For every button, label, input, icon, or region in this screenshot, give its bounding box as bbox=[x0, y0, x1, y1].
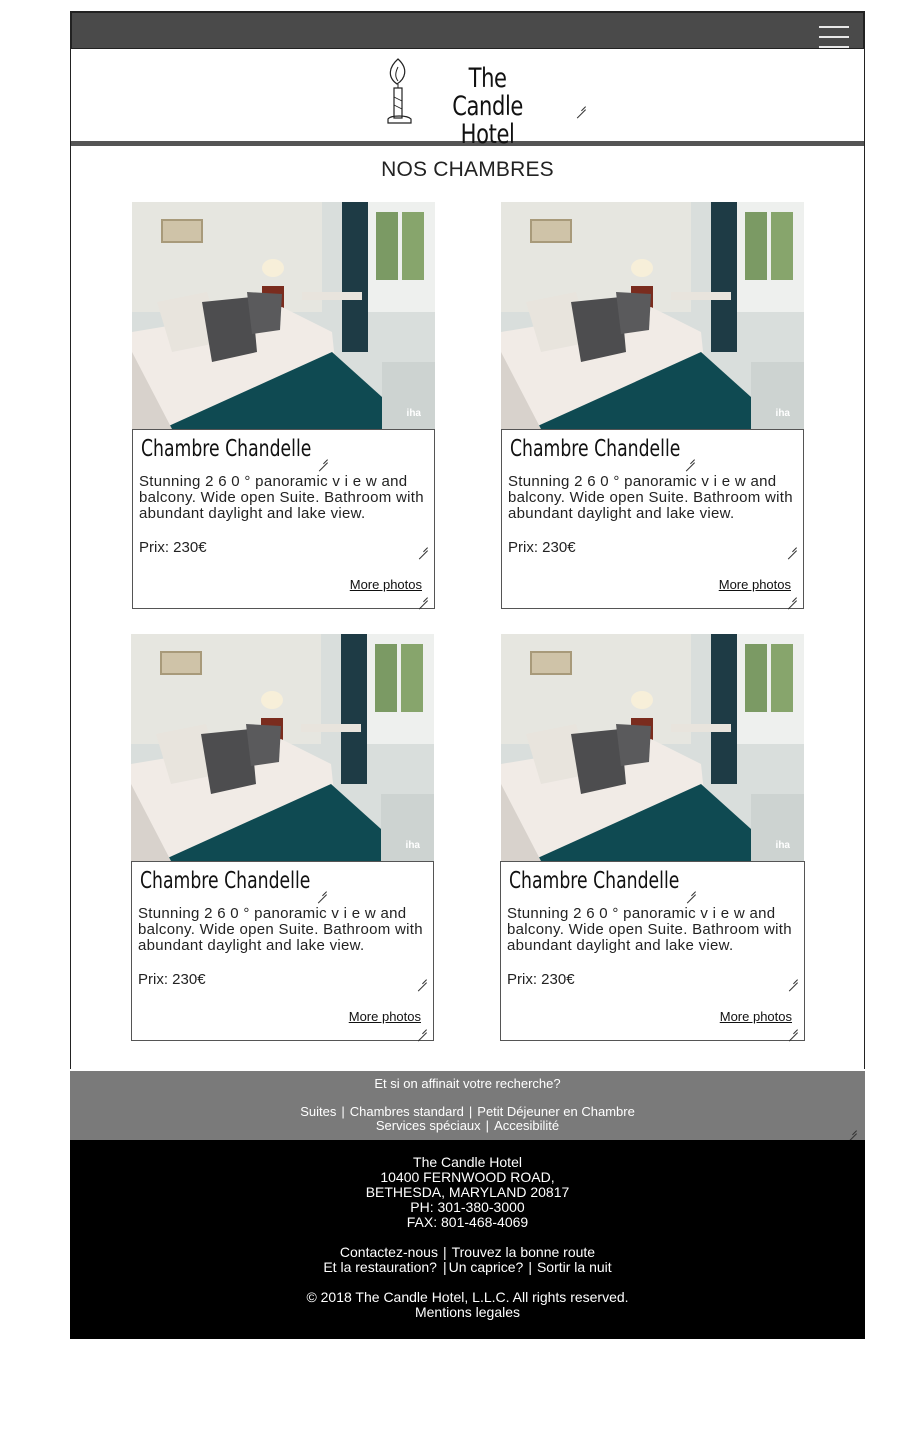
refine-question: Et si on affinait votre recherche? bbox=[374, 1076, 561, 1091]
photo-watermark: iha bbox=[406, 408, 421, 419]
link-caprice[interactable]: Un caprice? bbox=[449, 1259, 524, 1275]
logo-text: The Candle Hotel bbox=[433, 65, 542, 149]
room-details: Chambre Chandelle Stunning 2 6 0 ° panor… bbox=[131, 861, 434, 1041]
refine-links-row-1: Suites | Chambres standard | Petit Déjeuner … bbox=[70, 1104, 865, 1119]
more-photos-link[interactable]: More photos bbox=[720, 1009, 792, 1024]
hotel-name: The Candle Hotel bbox=[413, 1154, 522, 1170]
separator: | bbox=[468, 1104, 473, 1119]
resize-handle-icon bbox=[789, 974, 798, 983]
fax-number: FAX: 801-468-4069 bbox=[406, 1214, 529, 1230]
link-nightlife[interactable]: Sortir la nuit bbox=[537, 1259, 612, 1275]
resize-handle-icon bbox=[318, 886, 327, 895]
separator: | bbox=[442, 1244, 447, 1260]
hamburger-menu-icon[interactable] bbox=[819, 26, 849, 48]
room-name: Chambre Chandelle bbox=[141, 436, 312, 462]
room-card: iha Chambre Chandelle Stunning 2 6 0 ° p… bbox=[132, 202, 435, 609]
top-bar bbox=[70, 11, 865, 49]
room-details: Chambre Chandelle Stunning 2 6 0 ° panor… bbox=[500, 861, 805, 1041]
resize-handle-icon bbox=[319, 454, 328, 463]
room-card: iha Chambre Chandelle Stunning 2 6 0 ° p… bbox=[501, 202, 804, 609]
room-price: Prix: 230€ bbox=[508, 539, 576, 556]
footer: The Candle Hotel 10400 FERNWOOD ROAD, BE… bbox=[70, 1140, 865, 1339]
room-price: Prix: 230€ bbox=[507, 971, 575, 988]
link-restaurant[interactable]: Et la restauration? bbox=[323, 1259, 437, 1275]
room-card: iha Chambre Chandelle Stunning 2 6 0 ° p… bbox=[131, 634, 434, 1041]
link-chambres-standard[interactable]: Chambres standard bbox=[350, 1104, 464, 1119]
logo-line-2: Hotel bbox=[460, 119, 515, 150]
resize-handle-icon bbox=[577, 101, 586, 110]
link-suites[interactable]: Suites bbox=[300, 1104, 336, 1119]
room-details: Chambre Chandelle Stunning 2 6 0 ° panor… bbox=[132, 429, 435, 609]
more-photos-link[interactable]: More photos bbox=[349, 1009, 421, 1024]
header: The Candle Hotel bbox=[70, 49, 865, 149]
resize-handle-icon bbox=[788, 542, 797, 551]
link-services-speciaux[interactable]: Services spéciaux bbox=[376, 1118, 481, 1133]
room-photo-image bbox=[131, 634, 434, 861]
room-description: Stunning 2 6 0 ° panoramic v i e w and b… bbox=[138, 905, 423, 954]
link-petit-dejeuner[interactable]: Petit Déjeuner en Chambre bbox=[477, 1104, 635, 1119]
link-accesibilite[interactable]: Accesibilité bbox=[494, 1118, 559, 1133]
rooms-section: NOS CHAMBRES iha Chambre Chandelle Stunn… bbox=[70, 146, 865, 1069]
resize-handle-icon bbox=[686, 454, 695, 463]
section-title: NOS CHAMBRES bbox=[381, 158, 554, 181]
room-description: Stunning 2 6 0 ° panoramic v i e w and b… bbox=[139, 473, 424, 522]
phone-number: PH: 301-380-3000 bbox=[410, 1199, 525, 1215]
hotel-logo[interactable]: The Candle Hotel bbox=[383, 57, 593, 149]
refine-links-row-2: Services spéciaux | Accesibilité bbox=[70, 1118, 865, 1133]
link-directions[interactable]: Trouvez la bonne route bbox=[452, 1244, 595, 1260]
room-photo-image bbox=[501, 202, 804, 429]
resize-handle-icon bbox=[419, 542, 428, 551]
footer-address: The Candle Hotel 10400 FERNWOOD ROAD, BE… bbox=[70, 1155, 865, 1230]
city-address: BETHESDA, MARYLAND 20817 bbox=[365, 1184, 570, 1200]
room-price: Prix: 230€ bbox=[139, 539, 207, 556]
link-legal[interactable]: Mentions legales bbox=[415, 1304, 520, 1320]
link-contact[interactable]: Contactez-nous bbox=[340, 1244, 438, 1260]
more-photos-link[interactable]: More photos bbox=[350, 577, 422, 592]
more-photos-link[interactable]: More photos bbox=[719, 577, 791, 592]
photo-watermark: iha bbox=[775, 840, 790, 851]
photo-watermark: iha bbox=[405, 840, 420, 851]
refine-search-bar: Et si on affinait votre recherche? Suite… bbox=[70, 1071, 865, 1140]
room-photo-image bbox=[132, 202, 435, 429]
separator: | bbox=[442, 1259, 447, 1275]
candle-icon bbox=[387, 58, 412, 124]
separator: | bbox=[341, 1104, 345, 1119]
room-photo[interactable]: iha bbox=[132, 202, 435, 429]
separator: | bbox=[485, 1118, 490, 1133]
room-description: Stunning 2 6 0 ° panoramic v i e w and b… bbox=[508, 473, 793, 522]
room-photo[interactable]: iha bbox=[501, 202, 804, 429]
separator: | bbox=[528, 1259, 532, 1275]
resize-handle-icon bbox=[848, 1125, 857, 1134]
logo-line-1: The Candle bbox=[452, 63, 523, 122]
room-price: Prix: 230€ bbox=[138, 971, 206, 988]
photo-watermark: iha bbox=[775, 408, 790, 419]
footer-links: Contactez-nous | Trouvez la bonne route Et… bbox=[70, 1245, 865, 1275]
resize-handle-icon bbox=[687, 886, 696, 895]
room-details: Chambre Chandelle Stunning 2 6 0 ° panor… bbox=[501, 429, 804, 609]
room-photo[interactable]: iha bbox=[131, 634, 434, 861]
street-address: 10400 FERNWOOD ROAD, bbox=[380, 1169, 555, 1185]
resize-handle-icon bbox=[418, 974, 427, 983]
room-name: Chambre Chandelle bbox=[509, 868, 680, 894]
room-name: Chambre Chandelle bbox=[510, 436, 681, 462]
resize-handle-icon bbox=[418, 1024, 427, 1033]
resize-handle-icon bbox=[789, 1024, 798, 1033]
room-photo-image bbox=[501, 634, 804, 861]
page: The Candle Hotel NOS CHAMBRES iha Chambr… bbox=[70, 11, 865, 1069]
resize-handle-icon bbox=[419, 592, 428, 601]
room-name: Chambre Chandelle bbox=[140, 868, 311, 894]
room-photo[interactable]: iha bbox=[501, 634, 804, 861]
room-description: Stunning 2 6 0 ° panoramic v i e w and b… bbox=[507, 905, 792, 954]
resize-handle-icon bbox=[788, 592, 797, 601]
copyright-text: © 2018 The Candle Hotel, L.L.C. All righ… bbox=[306, 1289, 629, 1305]
footer-copyright: © 2018 The Candle Hotel, L.L.C. All righ… bbox=[70, 1290, 865, 1320]
room-card: iha Chambre Chandelle Stunning 2 6 0 ° p… bbox=[500, 634, 805, 1041]
